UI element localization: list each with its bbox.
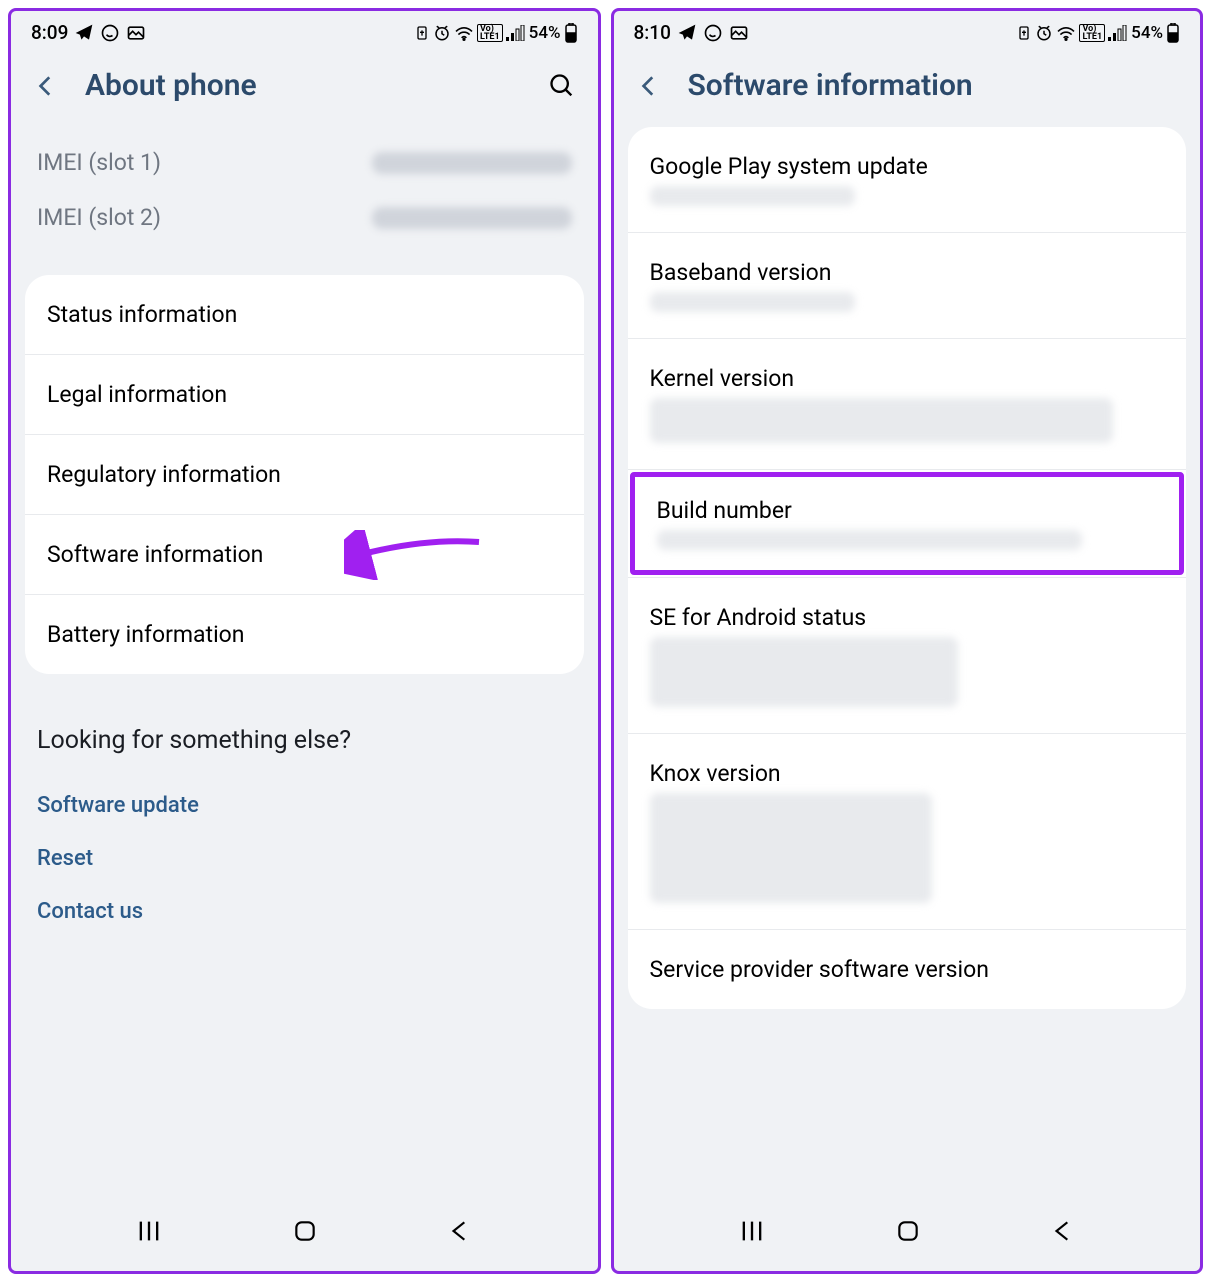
- imei-value-blurred: [372, 152, 572, 174]
- volte-icon: Vo)LTE1: [477, 24, 503, 42]
- page-title: About phone: [85, 68, 522, 103]
- row-label: Service provider software version: [650, 956, 1165, 983]
- volte-icon: Vo)LTE1: [1079, 24, 1105, 42]
- imei-slot-1[interactable]: IMEI (slot 1): [37, 135, 572, 190]
- phone-left: 8:09 Vo)LTE1 54% About phone IMEI (slot …: [8, 8, 601, 1274]
- row-label: Google Play system update: [650, 153, 1165, 180]
- row-baseband-version[interactable]: Baseband version: [628, 233, 1187, 339]
- photo-icon: [126, 23, 146, 43]
- link-reset[interactable]: Reset: [37, 832, 572, 885]
- row-regulatory-information[interactable]: Regulatory information: [25, 435, 584, 515]
- battery-icon: [564, 23, 578, 43]
- row-service-provider-version[interactable]: Service provider software version: [628, 930, 1187, 1009]
- row-label: Legal information: [47, 381, 562, 408]
- footer-section: Looking for something else? Software upd…: [11, 700, 598, 964]
- imei-section: IMEI (slot 1) IMEI (slot 2): [11, 127, 598, 267]
- back-button[interactable]: [33, 73, 59, 99]
- row-status-information[interactable]: Status information: [25, 275, 584, 355]
- status-time: 8:09: [31, 21, 68, 44]
- signal-icon: [1108, 25, 1128, 41]
- photo-icon: [729, 23, 749, 43]
- battery-icon: [1166, 23, 1180, 43]
- nav-recents-button[interactable]: [738, 1217, 766, 1245]
- whatsapp-icon: [703, 23, 723, 43]
- back-button[interactable]: [636, 73, 662, 99]
- row-value-blurred: [650, 398, 1113, 443]
- row-label: Software information: [47, 541, 562, 568]
- row-label: Battery information: [47, 621, 562, 648]
- battery-saver-icon: [414, 25, 430, 41]
- row-value-blurred: [650, 186, 856, 206]
- row-label: Regulatory information: [47, 461, 562, 488]
- wifi-icon: [454, 25, 474, 41]
- status-bar: 8:10 Vo)LTE1 54%: [614, 11, 1201, 50]
- row-software-information[interactable]: Software information: [25, 515, 584, 595]
- whatsapp-icon: [100, 23, 120, 43]
- annotation-arrow-icon: [344, 530, 484, 580]
- row-google-play-update[interactable]: Google Play system update: [628, 127, 1187, 233]
- phone-right: 8:10 Vo)LTE1 54% Software information Go…: [611, 8, 1204, 1274]
- telegram-icon: [677, 23, 697, 43]
- battery-percent: 54%: [1131, 23, 1163, 43]
- row-label: Knox version: [650, 760, 1165, 787]
- row-knox-version[interactable]: Knox version: [628, 734, 1187, 930]
- battery-percent: 54%: [529, 23, 561, 43]
- imei-label: IMEI (slot 2): [37, 204, 161, 231]
- nav-back-button[interactable]: [447, 1218, 473, 1244]
- page-header: About phone: [11, 50, 598, 127]
- row-label: SE for Android status: [650, 604, 1165, 631]
- navigation-bar: [614, 1191, 1201, 1271]
- settings-card: Google Play system update Baseband versi…: [628, 127, 1187, 1009]
- alarm-icon: [1035, 24, 1053, 42]
- row-legal-information[interactable]: Legal information: [25, 355, 584, 435]
- imei-slot-2[interactable]: IMEI (slot 2): [37, 190, 572, 245]
- row-value-blurred: [650, 292, 856, 312]
- settings-card: Status information Legal information Reg…: [25, 275, 584, 674]
- battery-saver-icon: [1016, 25, 1032, 41]
- row-se-android-status[interactable]: SE for Android status: [628, 578, 1187, 734]
- row-label: Baseband version: [650, 259, 1165, 286]
- row-value-blurred: [650, 793, 933, 903]
- row-label: Status information: [47, 301, 562, 328]
- row-value-blurred: [657, 530, 1082, 550]
- page-header: Software information: [614, 50, 1201, 127]
- search-button[interactable]: [548, 72, 576, 100]
- telegram-icon: [74, 23, 94, 43]
- link-contact-us[interactable]: Contact us: [37, 885, 572, 938]
- row-value-blurred: [650, 637, 959, 707]
- nav-recents-button[interactable]: [135, 1217, 163, 1245]
- page-title: Software information: [688, 68, 1179, 103]
- row-battery-information[interactable]: Battery information: [25, 595, 584, 674]
- nav-home-button[interactable]: [895, 1218, 921, 1244]
- row-kernel-version[interactable]: Kernel version: [628, 339, 1187, 470]
- link-software-update[interactable]: Software update: [37, 779, 572, 832]
- status-time: 8:10: [634, 21, 671, 44]
- navigation-bar: [11, 1191, 598, 1271]
- nav-home-button[interactable]: [292, 1218, 318, 1244]
- status-bar: 8:09 Vo)LTE1 54%: [11, 11, 598, 50]
- imei-value-blurred: [372, 207, 572, 229]
- wifi-icon: [1056, 25, 1076, 41]
- row-build-number[interactable]: Build number: [628, 470, 1187, 578]
- row-label: Build number: [657, 497, 1158, 524]
- highlight-annotation: Build number: [630, 472, 1185, 575]
- alarm-icon: [433, 24, 451, 42]
- imei-label: IMEI (slot 1): [37, 149, 161, 176]
- footer-title: Looking for something else?: [37, 726, 572, 755]
- nav-back-button[interactable]: [1050, 1218, 1076, 1244]
- row-label: Kernel version: [650, 365, 1165, 392]
- signal-icon: [506, 25, 526, 41]
